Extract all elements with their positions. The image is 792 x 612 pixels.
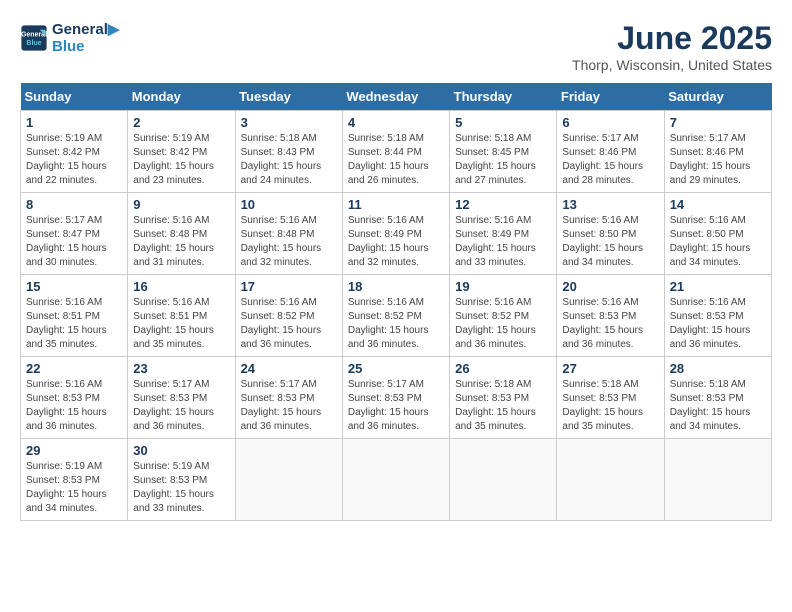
table-row: 30 Sunrise: 5:19 AMSunset: 8:53 PMDaylig… [128, 439, 235, 521]
location: Thorp, Wisconsin, United States [572, 57, 772, 73]
table-row: 12 Sunrise: 5:16 AMSunset: 8:49 PMDaylig… [450, 193, 557, 275]
empty-cell [450, 439, 557, 521]
empty-cell [342, 439, 449, 521]
table-row: 5 Sunrise: 5:18 AMSunset: 8:45 PMDayligh… [450, 111, 557, 193]
table-row: 11 Sunrise: 5:16 AMSunset: 8:49 PMDaylig… [342, 193, 449, 275]
month-title: June 2025 [572, 20, 772, 57]
calendar-week-row: 8 Sunrise: 5:17 AMSunset: 8:47 PMDayligh… [21, 193, 772, 275]
table-row: 10 Sunrise: 5:16 AMSunset: 8:48 PMDaylig… [235, 193, 342, 275]
table-row: 19 Sunrise: 5:16 AMSunset: 8:52 PMDaylig… [450, 275, 557, 357]
table-row: 17 Sunrise: 5:16 AMSunset: 8:52 PMDaylig… [235, 275, 342, 357]
header-row: Sunday Monday Tuesday Wednesday Thursday… [21, 83, 772, 111]
table-row: 8 Sunrise: 5:17 AMSunset: 8:47 PMDayligh… [21, 193, 128, 275]
empty-cell [557, 439, 664, 521]
table-row: 9 Sunrise: 5:16 AMSunset: 8:48 PMDayligh… [128, 193, 235, 275]
table-row: 24 Sunrise: 5:17 AMSunset: 8:53 PMDaylig… [235, 357, 342, 439]
table-row: 20 Sunrise: 5:16 AMSunset: 8:53 PMDaylig… [557, 275, 664, 357]
table-row: 26 Sunrise: 5:18 AMSunset: 8:53 PMDaylig… [450, 357, 557, 439]
logo-text: General▶ Blue [52, 20, 119, 55]
table-row: 7 Sunrise: 5:17 AMSunset: 8:46 PMDayligh… [664, 111, 771, 193]
calendar-week-row: 22 Sunrise: 5:16 AMSunset: 8:53 PMDaylig… [21, 357, 772, 439]
logo-icon: General Blue [20, 24, 48, 52]
empty-cell [235, 439, 342, 521]
calendar-week-row: 1 Sunrise: 5:19 AMSunset: 8:42 PMDayligh… [21, 111, 772, 193]
table-row: 21 Sunrise: 5:16 AMSunset: 8:53 PMDaylig… [664, 275, 771, 357]
table-row: 4 Sunrise: 5:18 AMSunset: 8:44 PMDayligh… [342, 111, 449, 193]
table-row: 2 Sunrise: 5:19 AMSunset: 8:42 PMDayligh… [128, 111, 235, 193]
table-row: 28 Sunrise: 5:18 AMSunset: 8:53 PMDaylig… [664, 357, 771, 439]
table-row: 1 Sunrise: 5:19 AMSunset: 8:42 PMDayligh… [21, 111, 128, 193]
svg-text:Blue: Blue [26, 40, 41, 47]
table-row: 6 Sunrise: 5:17 AMSunset: 8:46 PMDayligh… [557, 111, 664, 193]
col-thursday: Thursday [450, 83, 557, 111]
calendar-week-row: 29 Sunrise: 5:19 AMSunset: 8:53 PMDaylig… [21, 439, 772, 521]
table-row: 15 Sunrise: 5:16 AMSunset: 8:51 PMDaylig… [21, 275, 128, 357]
table-row: 27 Sunrise: 5:18 AMSunset: 8:53 PMDaylig… [557, 357, 664, 439]
table-row: 18 Sunrise: 5:16 AMSunset: 8:52 PMDaylig… [342, 275, 449, 357]
calendar-week-row: 15 Sunrise: 5:16 AMSunset: 8:51 PMDaylig… [21, 275, 772, 357]
table-row: 23 Sunrise: 5:17 AMSunset: 8:53 PMDaylig… [128, 357, 235, 439]
table-row: 29 Sunrise: 5:19 AMSunset: 8:53 PMDaylig… [21, 439, 128, 521]
col-sunday: Sunday [21, 83, 128, 111]
table-row: 25 Sunrise: 5:17 AMSunset: 8:53 PMDaylig… [342, 357, 449, 439]
col-wednesday: Wednesday [342, 83, 449, 111]
table-row: 3 Sunrise: 5:18 AMSunset: 8:43 PMDayligh… [235, 111, 342, 193]
empty-cell [664, 439, 771, 521]
calendar-table: Sunday Monday Tuesday Wednesday Thursday… [20, 83, 772, 521]
title-block: June 2025 Thorp, Wisconsin, United State… [572, 20, 772, 73]
table-row: 16 Sunrise: 5:16 AMSunset: 8:51 PMDaylig… [128, 275, 235, 357]
col-monday: Monday [128, 83, 235, 111]
table-row: 22 Sunrise: 5:16 AMSunset: 8:53 PMDaylig… [21, 357, 128, 439]
logo: General Blue General▶ Blue [20, 20, 119, 55]
col-friday: Friday [557, 83, 664, 111]
table-row: 14 Sunrise: 5:16 AMSunset: 8:50 PMDaylig… [664, 193, 771, 275]
col-saturday: Saturday [664, 83, 771, 111]
table-row: 13 Sunrise: 5:16 AMSunset: 8:50 PMDaylig… [557, 193, 664, 275]
col-tuesday: Tuesday [235, 83, 342, 111]
page-header: General Blue General▶ Blue June 2025 Tho… [20, 20, 772, 73]
